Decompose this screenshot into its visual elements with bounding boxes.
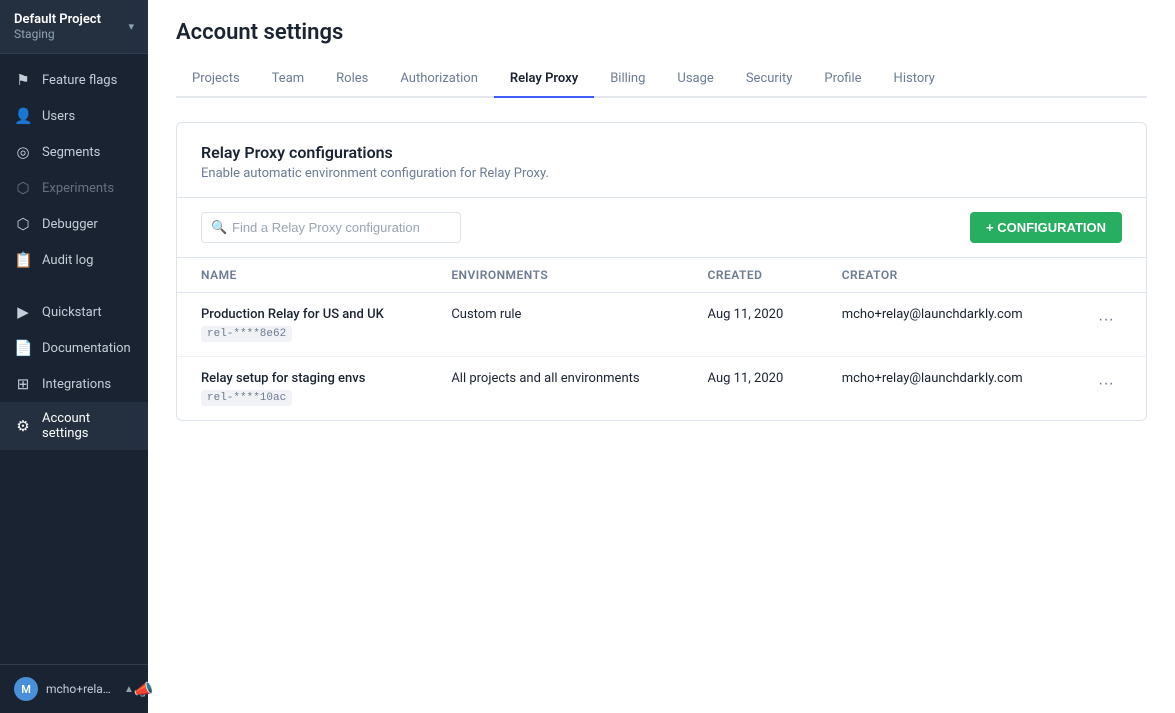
row-id-2: rel-****10ac	[201, 390, 292, 406]
user-chevron-icon: ▲	[124, 684, 134, 695]
main-content: Account settings Projects Team Roles Aut…	[148, 0, 1175, 713]
project-selector[interactable]: Default Project Staging ▾	[0, 0, 148, 54]
sidebar-item-users[interactable]: 👤 Users	[0, 98, 148, 134]
cell-name-2: Relay setup for staging envs rel-****10a…	[177, 357, 427, 421]
sidebar-item-experiments: ⬡ Experiments	[0, 170, 148, 206]
project-env: Staging	[14, 27, 101, 41]
sidebar-label-feature-flags: Feature flags	[42, 73, 117, 88]
tab-authorization[interactable]: Authorization	[384, 61, 494, 98]
users-icon: 👤	[14, 107, 32, 125]
sidebar-footer: M mcho+relay@l... ▲ 📣	[0, 664, 148, 713]
row-id-1: rel-****8e62	[201, 326, 292, 342]
page-title: Account settings	[176, 20, 1147, 45]
relay-proxy-card: Relay Proxy configurations Enable automa…	[176, 122, 1147, 421]
sidebar-label-segments: Segments	[42, 145, 100, 160]
project-chevron-icon: ▾	[128, 20, 134, 33]
feature-flags-icon: ⚑	[14, 71, 32, 89]
cell-creator-1: mcho+relay@launchdarkly.com	[818, 293, 1066, 357]
more-options-button-1[interactable]: ···	[1090, 307, 1122, 333]
cell-env-2: All projects and all environments	[427, 357, 683, 421]
sidebar-item-documentation[interactable]: 📄 Documentation	[0, 330, 148, 366]
quickstart-icon: ▶	[14, 303, 32, 321]
col-created: Created	[684, 258, 818, 293]
tab-team[interactable]: Team	[256, 61, 321, 98]
tab-relay-proxy[interactable]: Relay Proxy	[494, 61, 594, 98]
debugger-icon: ⬡	[14, 215, 32, 233]
sidebar-label-experiments: Experiments	[42, 181, 114, 196]
table-row: Production Relay for US and UK rel-****8…	[177, 293, 1146, 357]
sidebar-label-users: Users	[42, 109, 75, 124]
table-body: Production Relay for US and UK rel-****8…	[177, 293, 1146, 421]
card-title: Relay Proxy configurations	[201, 143, 1122, 162]
integrations-icon: ⊞	[14, 375, 32, 393]
row-name-2: Relay setup for staging envs	[201, 371, 403, 386]
cell-created-1: Aug 11, 2020	[684, 293, 818, 357]
sidebar-label-integrations: Integrations	[42, 377, 111, 392]
search-icon: 🔍	[211, 220, 227, 235]
tab-billing[interactable]: Billing	[594, 61, 661, 98]
sidebar-item-integrations[interactable]: ⊞ Integrations	[0, 366, 148, 402]
add-configuration-button[interactable]: + CONFIGURATION	[970, 212, 1122, 243]
cell-actions-2: ···	[1066, 357, 1146, 421]
user-menu[interactable]: M mcho+relay@l... ▲	[14, 677, 134, 701]
sidebar-label-account-settings: Account settings	[42, 411, 134, 441]
tab-profile[interactable]: Profile	[808, 61, 877, 98]
table-row: Relay setup for staging envs rel-****10a…	[177, 357, 1146, 421]
sidebar: Default Project Staging ▾ ⚑ Feature flag…	[0, 0, 148, 713]
sidebar-label-quickstart: Quickstart	[42, 305, 102, 320]
cell-creator-2: mcho+relay@launchdarkly.com	[818, 357, 1066, 421]
col-environments: Environments	[427, 258, 683, 293]
segments-icon: ◎	[14, 143, 32, 161]
cell-name-1: Production Relay for US and UK rel-****8…	[177, 293, 427, 357]
project-name: Default Project	[14, 12, 101, 27]
sidebar-item-feature-flags[interactable]: ⚑ Feature flags	[0, 62, 148, 98]
configurations-table: Name Environments Created Creator Produc…	[177, 258, 1146, 420]
page-header: Account settings Projects Team Roles Aut…	[148, 0, 1175, 98]
tab-usage[interactable]: Usage	[661, 61, 729, 98]
experiments-icon: ⬡	[14, 179, 32, 197]
search-input[interactable]	[201, 212, 461, 243]
table-header: Name Environments Created Creator	[177, 258, 1146, 293]
avatar: M	[14, 677, 38, 701]
search-wrapper: 🔍	[201, 212, 461, 243]
tab-roles[interactable]: Roles	[320, 61, 384, 98]
card-header: Relay Proxy configurations Enable automa…	[177, 123, 1146, 198]
tab-projects[interactable]: Projects	[176, 61, 256, 98]
project-info: Default Project Staging	[14, 12, 101, 41]
sidebar-nav: ⚑ Feature flags 👤 Users ◎ Segments ⬡ Exp…	[0, 54, 148, 664]
sidebar-item-audit-log[interactable]: 📋 Audit log	[0, 242, 148, 278]
col-actions	[1066, 258, 1146, 293]
sidebar-item-quickstart[interactable]: ▶ Quickstart	[0, 294, 148, 330]
tab-security[interactable]: Security	[730, 61, 809, 98]
col-name: Name	[177, 258, 427, 293]
cell-created-2: Aug 11, 2020	[684, 357, 818, 421]
account-settings-icon: ⚙	[14, 417, 32, 435]
row-name-1: Production Relay for US and UK	[201, 307, 403, 322]
username: mcho+relay@l...	[46, 682, 116, 696]
cell-env-1: Custom rule	[427, 293, 683, 357]
sidebar-label-documentation: Documentation	[42, 341, 131, 356]
audit-log-icon: 📋	[14, 251, 32, 269]
card-toolbar: 🔍 + CONFIGURATION	[177, 198, 1146, 258]
content-area: Relay Proxy configurations Enable automa…	[148, 98, 1175, 713]
tabs-nav: Projects Team Roles Authorization Relay …	[176, 61, 1147, 98]
add-configuration-label: + CONFIGURATION	[986, 220, 1106, 235]
card-subtitle: Enable automatic environment configurati…	[201, 166, 1122, 181]
sidebar-label-audit-log: Audit log	[42, 253, 93, 268]
col-creator: Creator	[818, 258, 1066, 293]
cell-actions-1: ···	[1066, 293, 1146, 357]
more-options-button-2[interactable]: ···	[1090, 371, 1122, 397]
documentation-icon: 📄	[14, 339, 32, 357]
sidebar-item-debugger[interactable]: ⬡ Debugger	[0, 206, 148, 242]
sidebar-label-debugger: Debugger	[42, 217, 98, 232]
tab-history[interactable]: History	[878, 61, 951, 98]
sidebar-item-account-settings[interactable]: ⚙ Account settings	[0, 402, 148, 450]
sidebar-item-segments[interactable]: ◎ Segments	[0, 134, 148, 170]
